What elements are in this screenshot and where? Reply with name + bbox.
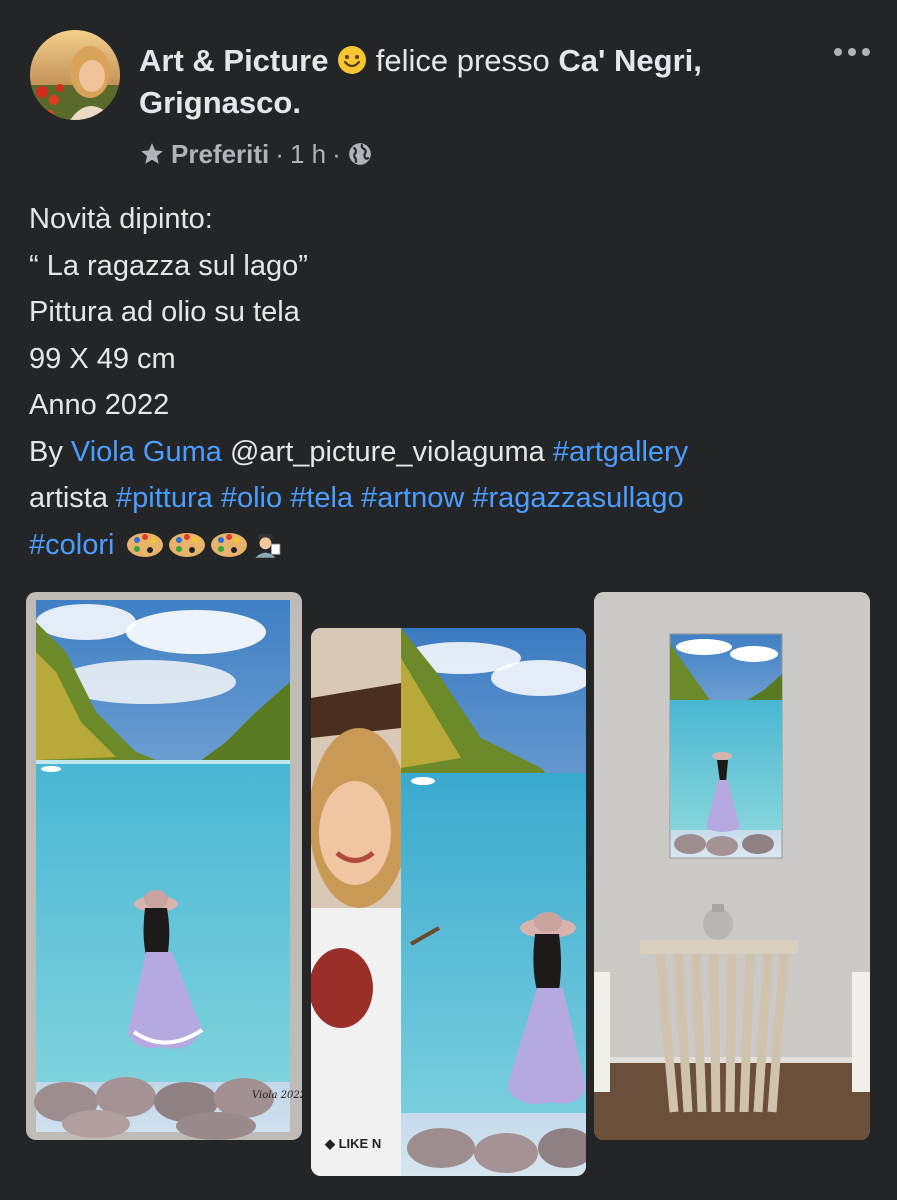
artista-text: artista xyxy=(29,482,108,514)
post-text-line: “ La ragazza sul lago” xyxy=(29,249,308,282)
signature-text: Viola 2022 xyxy=(252,1090,302,1101)
post-time[interactable]: 1 h xyxy=(290,139,326,170)
globe-icon xyxy=(348,143,371,165)
post-body: Novità dipinto: “ La ragazza sul lago” P… xyxy=(29,196,879,568)
hashtag-artnow[interactable]: #artnow xyxy=(361,482,464,514)
palette-emoji-icon xyxy=(126,532,163,557)
star-icon xyxy=(141,143,163,164)
post-header: Art & Picture felice presso Ca' Negri, G… xyxy=(139,40,799,124)
more-dot xyxy=(834,48,842,56)
hashtag-ragazzasullago[interactable]: #ragazzasullago xyxy=(472,482,683,514)
palette-emoji-icon xyxy=(168,532,205,557)
post-text-line: 99 X 49 cm xyxy=(29,342,176,375)
post-text-line: Novità dipinto: xyxy=(29,203,213,235)
hashtag-olio[interactable]: #olio xyxy=(221,482,282,514)
shirt-text: ◆ LIKE N xyxy=(324,1136,381,1151)
hashtag-colori[interactable]: #colori xyxy=(29,529,114,561)
audience-label[interactable]: Preferiti xyxy=(171,139,269,170)
more-dot xyxy=(848,48,856,56)
photo-artist[interactable]: ◆ LIKE N xyxy=(311,628,586,1176)
smile-emoji-icon xyxy=(337,44,367,74)
hashtag-artgallery[interactable]: #artgallery xyxy=(553,436,688,468)
palette-emoji-icon xyxy=(210,532,247,557)
mention-text: @art_picture_violaguma xyxy=(229,435,545,468)
photo-wall-display[interactable] xyxy=(594,592,870,1140)
author-link[interactable]: Viola Guma xyxy=(71,436,222,468)
page-name-link[interactable]: Art & Picture xyxy=(139,43,328,78)
post-text-line: By Viola Guma @art_picture_violaguma #ar… xyxy=(29,429,879,476)
post-text-line: Pittura ad olio su tela xyxy=(29,296,300,328)
avatar[interactable] xyxy=(30,30,120,120)
photo-painting[interactable]: Viola 2022 xyxy=(26,592,302,1140)
meta-separator: · xyxy=(275,138,284,169)
post-text-line: artista #pittura #olio #tela #artnow #ra… xyxy=(29,475,879,522)
more-icon[interactable] xyxy=(830,38,874,66)
artist-emoji-icon xyxy=(254,533,280,558)
hashtag-tela[interactable]: #tela xyxy=(290,482,353,514)
meta-separator: · xyxy=(332,138,341,169)
feeling-status: felice presso xyxy=(375,43,550,78)
post-text-line: #colori xyxy=(29,522,879,569)
post-text-line: Anno 2022 xyxy=(29,389,170,421)
post-meta: Preferiti · 1 h · xyxy=(139,137,373,171)
by-text: By xyxy=(29,435,63,468)
more-dot xyxy=(862,48,870,56)
hashtag-pittura[interactable]: #pittura xyxy=(116,482,213,514)
